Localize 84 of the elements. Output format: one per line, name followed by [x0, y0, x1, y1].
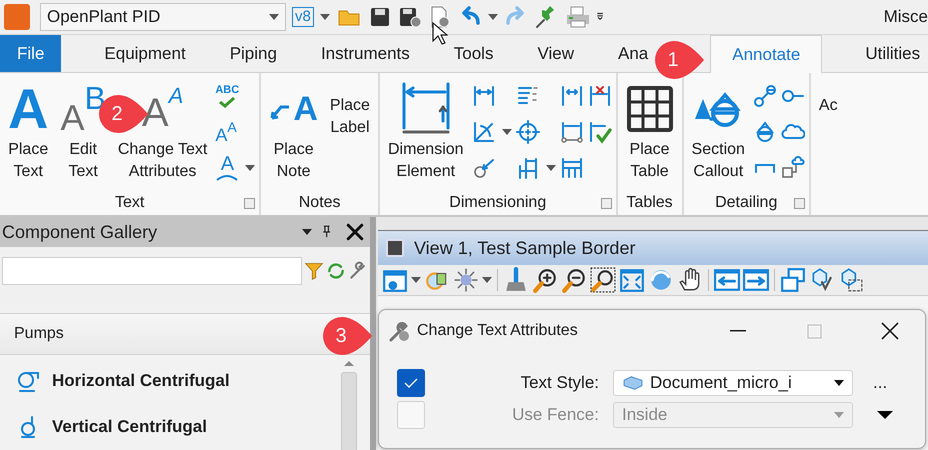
arrow-dimension-icon[interactable]	[560, 84, 584, 108]
close-icon[interactable]	[346, 223, 364, 241]
ribbon-button[interactable]: Edit Text	[68, 139, 98, 183]
view-title: View 1, Test Sample Border	[414, 238, 636, 258]
radial-dimension-icon[interactable]	[472, 156, 496, 180]
window-title: Misce	[884, 7, 928, 27]
ribbon-button[interactable]: Change Text Attributes	[118, 139, 208, 183]
dimension-element-icon[interactable]	[400, 82, 451, 136]
ribbon-tab[interactable]: Ana	[617, 35, 650, 72]
ribbon-tab[interactable]: View	[536, 35, 575, 72]
ribbon-tab[interactable]: Instruments	[320, 35, 411, 72]
table-icon[interactable]	[626, 85, 674, 133]
menu-caret-icon[interactable]	[877, 411, 893, 419]
dialog-launcher-icon[interactable]	[600, 198, 612, 209]
group-title: Text	[115, 194, 144, 212]
angle-dimension-icon[interactable]	[472, 120, 496, 144]
ribbon-tab[interactable]: Piping	[228, 35, 278, 72]
filter-icon[interactable]	[304, 260, 324, 282]
save-settings-icon[interactable]	[398, 5, 422, 29]
ribbon-button[interactable]: Place Note	[274, 139, 314, 183]
dropdown[interactable]: Document_micro_i	[613, 370, 853, 396]
window-area-icon[interactable]	[590, 267, 616, 293]
linked-circles-icon[interactable]	[752, 84, 777, 108]
scroll-up-icon[interactable]	[344, 361, 354, 366]
gallery-item[interactable]: Horizontal Centrifugal	[16, 369, 342, 393]
checkbox[interactable]	[397, 369, 425, 397]
pump-icon[interactable]	[16, 369, 40, 393]
caret-icon[interactable]	[302, 229, 312, 235]
next-view-icon[interactable]	[743, 267, 769, 293]
dialog-launcher-icon[interactable]	[794, 198, 805, 209]
delete-dimension-icon[interactable]	[588, 84, 612, 108]
file-tab[interactable]: File	[0, 35, 62, 72]
ribbon-button[interactable]: Place Table	[630, 139, 670, 183]
ribbon-button[interactable]: Dimension Element	[388, 139, 464, 183]
zoom-in-icon[interactable]	[532, 267, 558, 293]
panel-title: Component Gallery	[2, 222, 158, 242]
group-title: Tables	[626, 194, 673, 212]
caret-icon[interactable]	[320, 14, 330, 20]
group-title: Dimensioning	[449, 194, 546, 212]
cloud-box-icon[interactable]	[780, 156, 805, 180]
dialog-title: Change Text Attributes	[417, 322, 579, 340]
browse-button[interactable]: ...	[869, 373, 892, 393]
size-dimension-icon[interactable]	[560, 120, 584, 144]
field-label: Use Fence:	[511, 405, 600, 425]
ribbon-tab[interactable]: Tools	[452, 35, 494, 72]
caret-icon[interactable]	[488, 14, 498, 20]
scrollbar-thumb[interactable]	[341, 372, 357, 450]
search-field[interactable]	[2, 257, 302, 285]
linear-dimension-icon[interactable]	[472, 84, 496, 108]
light-icon[interactable]	[453, 267, 479, 293]
copy-view-icon[interactable]	[780, 267, 806, 293]
ribbon-button[interactable]: Section Callout	[692, 139, 745, 183]
ribbon-button[interactable]: Place Label	[326, 79, 374, 139]
workflow-dropdown[interactable]: OpenPlant PID	[40, 3, 286, 31]
center-mark-icon[interactable]	[516, 120, 540, 144]
ribbon-button[interactable]: Ac	[814, 79, 842, 117]
text-style-icon[interactable]	[622, 375, 644, 391]
group-title: Notes	[298, 194, 341, 212]
letter-icon: A	[8, 79, 48, 139]
version-badge[interactable]: v8	[292, 7, 314, 27]
ribbon-tab[interactable]: Utilities	[864, 35, 922, 72]
wrench-gear-icon[interactable]	[387, 319, 411, 343]
mouse-pointer-icon	[432, 22, 448, 46]
check-dimension-icon[interactable]	[588, 120, 612, 144]
dialog-launcher-icon[interactable]	[244, 198, 256, 209]
step-callout: 1	[654, 38, 704, 82]
minimize-icon[interactable]	[730, 330, 746, 332]
check-icon	[404, 378, 418, 388]
previous-view-icon[interactable]	[714, 267, 740, 293]
gallery-item[interactable]: Vertical Centrifugal	[16, 415, 342, 439]
view-window-icon	[386, 239, 404, 257]
ribbon-tab[interactable]: Annotate	[710, 35, 822, 73]
caret-icon[interactable]	[546, 165, 556, 171]
ribbon-tab[interactable]: Equipment	[103, 35, 187, 72]
field-label: Text Style:	[520, 373, 600, 393]
caret-icon[interactable]	[245, 165, 256, 171]
multi-dimension-icon[interactable]	[560, 156, 584, 180]
ribbon-button[interactable]: Place Text	[8, 139, 48, 183]
zoom-out-icon[interactable]	[561, 267, 587, 293]
caret-icon[interactable]	[502, 129, 512, 135]
group-title: Detailing	[715, 194, 778, 212]
caret-icon[interactable]	[834, 380, 844, 386]
close-icon[interactable]	[881, 322, 899, 340]
step-callout: 3	[322, 314, 372, 358]
